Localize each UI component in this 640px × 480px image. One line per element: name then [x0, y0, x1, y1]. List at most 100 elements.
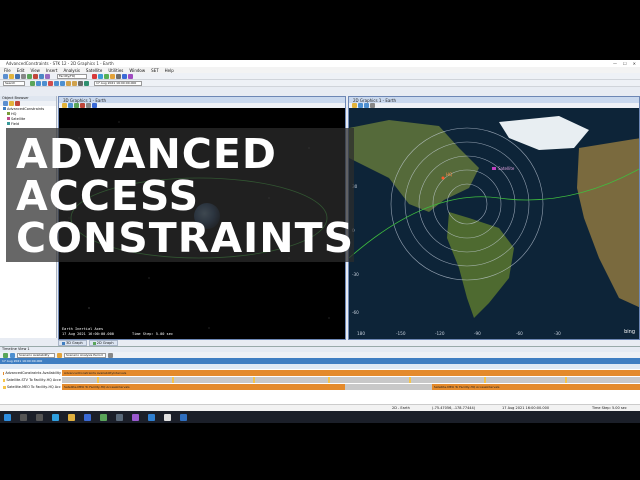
menu-set[interactable]: SET [151, 68, 159, 73]
search-icon[interactable] [20, 413, 27, 421]
3d-pan-icon[interactable] [80, 103, 85, 108]
menu-view[interactable]: View [30, 68, 40, 73]
globe-icon[interactable] [122, 73, 127, 79]
menu-satellite[interactable]: Satellite [86, 68, 102, 73]
object-select[interactable]: Facility/HQ [57, 73, 87, 79]
browser-delete-icon[interactable] [15, 101, 20, 106]
menu-utilities[interactable]: Utilities [108, 68, 123, 73]
timeline-zoom-icon[interactable] [108, 352, 113, 358]
step-back-icon[interactable] [36, 80, 41, 86]
file-explorer-icon[interactable] [68, 413, 75, 421]
row-label: AdvancedConstraints Availability [5, 371, 61, 375]
3d-properties-icon[interactable] [86, 103, 91, 108]
scenario-analysis-period-button[interactable]: Scenario Analysis Period [64, 352, 106, 358]
title-bar: AdvancedConstraints - STK 12 - 2D Graphi… [0, 60, 640, 67]
graph-icon[interactable] [39, 73, 44, 79]
timeline-row-meo-access[interactable]: Satellite-MEO To Facility-HQ Acc Satelli… [0, 384, 640, 390]
access-tick[interactable] [483, 377, 486, 383]
realtime-icon[interactable] [78, 80, 83, 86]
new-icon[interactable] [3, 73, 8, 79]
settings-icon[interactable] [116, 413, 123, 421]
x-tick-neg150: -150 [396, 331, 406, 336]
access-tick[interactable] [171, 377, 174, 383]
readout-time: 17 Aug 2021 16:00:00.000 [62, 331, 114, 336]
properties-icon[interactable] [45, 73, 50, 79]
tree-item-field[interactable]: Field [3, 121, 56, 126]
browser-new-icon[interactable] [3, 101, 8, 106]
increase-step-icon[interactable] [72, 80, 77, 86]
meo-access-interval-2[interactable]: Satellite-MEO To Facility-HQ AccessInter… [431, 384, 640, 390]
vscode-icon[interactable] [148, 413, 155, 421]
pause-icon[interactable] [48, 80, 53, 86]
app-icon[interactable] [164, 413, 171, 421]
browser-open-icon[interactable] [9, 101, 14, 106]
print-icon[interactable] [21, 73, 26, 79]
menu-insert[interactable]: Insert [46, 68, 57, 73]
3d-home-icon[interactable] [62, 103, 67, 108]
deck-access-icon[interactable] [116, 73, 121, 79]
step-forward-icon[interactable] [60, 80, 65, 86]
2d-graphics-window[interactable]: 2D Graphics 1 - Earth HQ Satellite 180 -… [348, 96, 640, 340]
x-tick-neg30: -30 [554, 331, 561, 336]
timeline-settings-icon[interactable] [10, 352, 15, 358]
search-input[interactable]: Search [3, 80, 25, 86]
word-icon[interactable] [180, 413, 187, 421]
meo-access-interval-1[interactable]: Satellite-MEO To Facility-HQ AccessInter… [62, 384, 346, 390]
2d-zoom-out-icon[interactable] [364, 103, 369, 108]
timeline-track: Satellite-MEO To Facility-HQ AccessInter… [62, 384, 640, 390]
2d-zoom-in-icon[interactable] [358, 103, 363, 108]
task-view-icon[interactable] [36, 413, 43, 421]
sensor-icon[interactable] [128, 73, 133, 79]
windows-start-icon[interactable] [4, 413, 11, 421]
stk-icon[interactable] [100, 413, 107, 421]
menu-file[interactable]: File [4, 68, 11, 73]
y-tick-neg30: -30 [352, 272, 359, 277]
row-label: Satellite-MEO To Facility-HQ Acc [7, 385, 61, 389]
menu-edit[interactable]: Edit [17, 68, 25, 73]
menu-help[interactable]: Help [165, 68, 174, 73]
timeline-filter-icon[interactable] [57, 352, 62, 358]
timeline-row-stv-access[interactable]: Satellite-STV To Facility-HQ Acce [0, 377, 640, 383]
2d-properties-icon[interactable] [370, 103, 375, 108]
status-mode: 2D - Earth [392, 406, 410, 410]
save-icon[interactable] [15, 73, 20, 79]
close-icon[interactable]: ✕ [633, 61, 636, 66]
decrease-step-icon[interactable] [66, 80, 71, 86]
menu-analysis[interactable]: Analysis [63, 68, 79, 73]
timeline-row-availability[interactable]: AdvancedConstraints Availability Advance… [0, 370, 640, 376]
play-back-icon[interactable] [42, 80, 47, 86]
letterbox-bottom [0, 423, 640, 480]
reset-icon[interactable] [30, 80, 35, 86]
visual-studio-icon[interactable] [132, 413, 139, 421]
clock-icon[interactable] [84, 80, 89, 86]
2d-home-icon[interactable] [352, 103, 357, 108]
3d-globe-icon[interactable] [92, 103, 97, 108]
3d-zoom-icon[interactable] [74, 103, 79, 108]
overlay-line-2: ACCESS [16, 172, 200, 220]
access-tick[interactable] [327, 377, 330, 383]
timeline-ruler [0, 364, 640, 369]
chains-icon[interactable] [98, 73, 103, 79]
play-icon[interactable] [54, 80, 59, 86]
minimize-icon[interactable]: — [613, 61, 617, 66]
access-tick[interactable] [564, 377, 567, 383]
3d-tab-icon [62, 341, 65, 345]
current-time-field[interactable]: 17 Aug 2021 16:00:00.000 [94, 80, 142, 86]
3d-view-from-icon[interactable] [68, 103, 73, 108]
open-icon[interactable] [9, 73, 14, 79]
availability-interval[interactable]: AdvancedConstraints AvailabilityInterval… [62, 370, 640, 376]
access-icon[interactable] [92, 73, 97, 79]
scenario-availability-button[interactable]: Scenario Availability [17, 352, 55, 358]
access-tick[interactable] [96, 377, 99, 383]
report-icon[interactable] [33, 73, 38, 79]
coverage-icon[interactable] [104, 73, 109, 79]
maximize-icon[interactable]: ☐ [623, 61, 627, 66]
timeline-add-icon[interactable] [3, 352, 8, 358]
mail-icon[interactable] [84, 413, 91, 421]
insert-object-icon[interactable] [27, 73, 32, 79]
edge-icon[interactable] [52, 413, 59, 421]
lighting-icon[interactable] [110, 73, 115, 79]
access-tick[interactable] [252, 377, 255, 383]
access-tick[interactable] [408, 377, 411, 383]
menu-window[interactable]: Window [129, 68, 145, 73]
